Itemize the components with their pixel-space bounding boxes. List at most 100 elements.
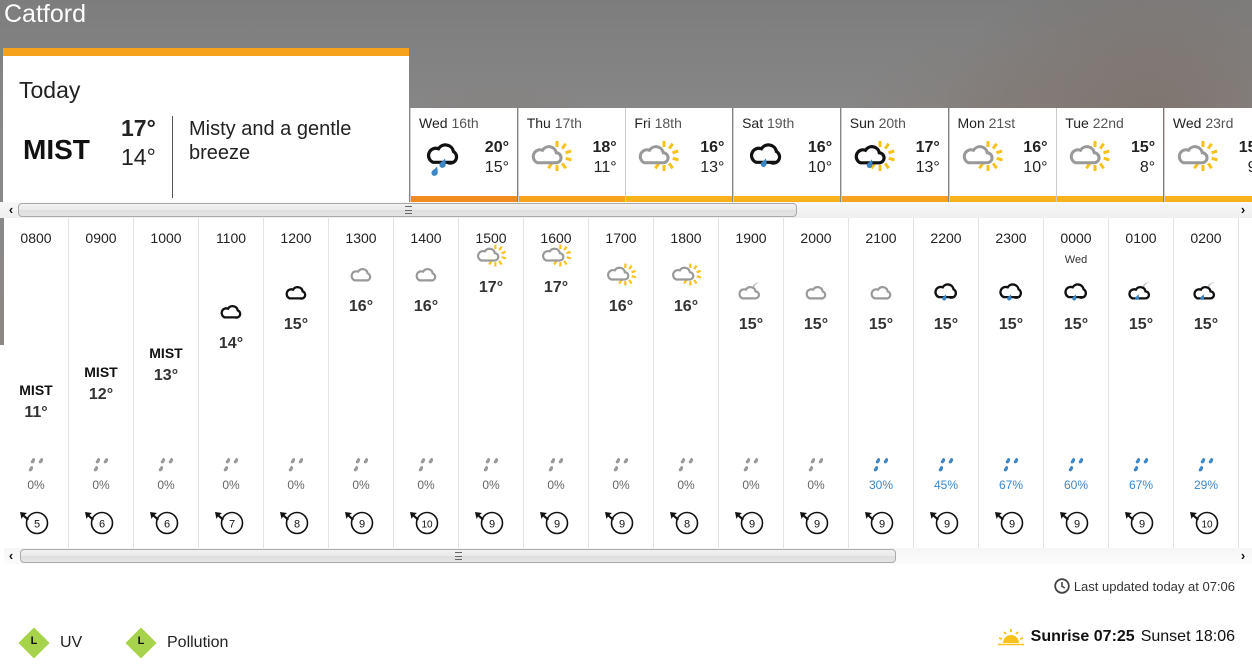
thick-cloud-icon (199, 297, 263, 329)
day-high-temp: 20° (484, 139, 509, 156)
day-card[interactable]: Fri 18th 16° 13° (625, 108, 733, 202)
wind-speed: 8 (684, 519, 690, 531)
day-card[interactable]: Wed 23rd 15° 9° (1163, 108, 1252, 202)
hour-column[interactable]: 1300 16° 0% 9 (329, 218, 394, 548)
hour-rain-chance: 67% (1128, 478, 1154, 492)
scroll-right-arrow-icon[interactable]: › (1236, 548, 1250, 564)
hour-column[interactable]: 0100 15° 67% 9 (1109, 218, 1174, 548)
sunny-intervals-icon (960, 136, 1004, 180)
today-description: Misty and a gentle breeze (189, 118, 352, 164)
hour-column[interactable]: 2300 15° 67% 9 (979, 218, 1044, 548)
wind-direction-icon: 6 (85, 511, 114, 535)
uv-indicator[interactable]: L UV (18, 627, 83, 659)
raindrops-icon (288, 458, 304, 472)
wind-speed: 9 (554, 519, 560, 531)
hour-column[interactable]: 1100 14° 0% 7 (199, 218, 264, 548)
hour-temp: 16° (673, 297, 699, 315)
hour-column[interactable]: 0800 MIST 11° 0% 5 (4, 218, 69, 548)
hour-column[interactable]: 0200 15° 29% 10 (1174, 218, 1239, 548)
day-card[interactable]: Sun 20th 17° 13° (840, 108, 948, 202)
sunny-intervals-icon (636, 136, 680, 180)
hour-column[interactable]: 1500 17° 0% 9 (459, 218, 524, 548)
daily-scrollbar-thumb[interactable] (18, 203, 797, 217)
day-card[interactable]: Sat 19th 16° 10° (733, 108, 841, 202)
hour-rain-chance: 0% (417, 478, 435, 492)
wind-speed: 9 (1009, 519, 1015, 531)
hour-condition-block: 16° (589, 260, 653, 316)
hour-time: 1300 (345, 230, 377, 246)
pollution-indicator[interactable]: L Pollution (125, 627, 229, 659)
hour-rain-chance: 0% (482, 478, 500, 492)
hour-day-label: Wed (1064, 254, 1088, 266)
hour-column[interactable]: 1000 MIST 13° 0% 6 (134, 218, 199, 548)
hour-column[interactable]: 1700 16° 0% 9 (589, 218, 654, 548)
hour-rain-chance: 0% (352, 478, 370, 492)
hour-column[interactable]: 2200 15° 45% 9 (914, 218, 979, 548)
day-high-temp: 16° (1023, 139, 1048, 156)
sunrise-icon (997, 629, 1024, 646)
day-high-temp: 18° (592, 139, 617, 156)
hour-temp: 11° (24, 404, 48, 421)
today-card[interactable]: Today MIST 17° 14° Misty and a gentle br… (3, 48, 409, 202)
sunset-time: Sunset 18:06 (1140, 628, 1235, 645)
raindrops-icon (28, 458, 44, 472)
hourly-scrollbar[interactable]: ‹ › (4, 548, 1252, 564)
wind-speed: 8 (294, 519, 300, 531)
day-low-temp: 8° (1139, 159, 1156, 176)
hour-condition-block: 16° (654, 260, 718, 316)
raindrops-icon (353, 458, 369, 472)
hour-time: 0900 (85, 230, 117, 246)
day-card[interactable]: Tue 22nd 15° 8° (1056, 108, 1164, 202)
scroll-right-arrow-icon[interactable]: › (1236, 202, 1250, 218)
hourly-scrollbar-thumb[interactable] (20, 549, 896, 563)
raindrops-icon (873, 458, 889, 472)
light-rain-cloud-icon (744, 136, 788, 180)
hour-column[interactable]: 0900 MIST 12° 0% 6 (69, 218, 134, 548)
hour-column[interactable]: 2000 15° 0% 9 (784, 218, 849, 548)
wind-direction-icon: 9 (1125, 511, 1154, 535)
hour-column[interactable]: 1400 16° 0% 10 (394, 218, 459, 548)
hour-column[interactable]: 0000 Wed 15° 60% 9 (1044, 218, 1109, 548)
wind-direction-icon: 9 (475, 511, 504, 535)
hour-condition-block: 16° (394, 260, 458, 316)
wind-speed: 9 (489, 519, 495, 531)
hour-condition-block: 15° (1174, 278, 1238, 334)
day-card[interactable]: Thu 17th 18° 11° (517, 108, 625, 202)
day-low-temp: 9° (1248, 159, 1252, 177)
hour-column[interactable]: 1800 16° 0% 8 (654, 218, 719, 548)
light-rain-night-icon (1109, 278, 1173, 310)
hour-rain-chance: 0% (677, 478, 695, 492)
hour-column[interactable]: 1900 15° 0% 9 (719, 218, 784, 548)
wind-direction-icon: 7 (215, 511, 244, 535)
hour-rain-chance: 0% (547, 478, 565, 492)
hour-condition-block: 15° (849, 278, 913, 334)
scroll-left-arrow-icon[interactable]: ‹ (4, 202, 18, 218)
day-card[interactable]: Mon 21st 16° 10° (948, 108, 1056, 202)
day-high-temp: 16° (807, 139, 833, 156)
heavy-rain-cloud-icon (421, 136, 465, 180)
daily-scrollbar[interactable]: ‹ › (0, 202, 1252, 218)
hour-column[interactable]: 1600 17° 0% 9 (524, 218, 589, 548)
hour-rain-chance: 29% (1193, 478, 1219, 492)
sunny-intervals-icon (524, 241, 588, 273)
today-high-temp: 17° (121, 115, 156, 141)
hour-column[interactable]: 1200 15° 0% 8 (264, 218, 329, 548)
hour-rain-chance: 0% (157, 478, 175, 492)
hour-column[interactable]: 2100 15° 30% 9 (849, 218, 914, 548)
day-name: Thu 17th (526, 115, 582, 131)
hour-condition-block: 17° (524, 241, 588, 297)
light-cloud-icon (784, 278, 848, 310)
wind-speed: 9 (359, 519, 365, 531)
raindrops-icon (808, 458, 824, 472)
hour-time: 0100 (1125, 230, 1157, 246)
hour-temp: 15° (738, 316, 764, 333)
hour-condition-block: 15° (979, 278, 1043, 334)
light-rain-cloud-icon (1044, 278, 1108, 310)
hour-temp: 16° (608, 297, 634, 315)
day-low-temp: 13° (915, 159, 940, 176)
sunrise-time: Sunrise 07:25 (1030, 628, 1135, 645)
sunny-intervals-icon (1067, 136, 1111, 180)
hour-temp: 15° (283, 316, 309, 333)
day-card[interactable]: Wed 16th 20° 15° (410, 108, 517, 202)
scroll-left-arrow-icon[interactable]: ‹ (4, 548, 18, 564)
